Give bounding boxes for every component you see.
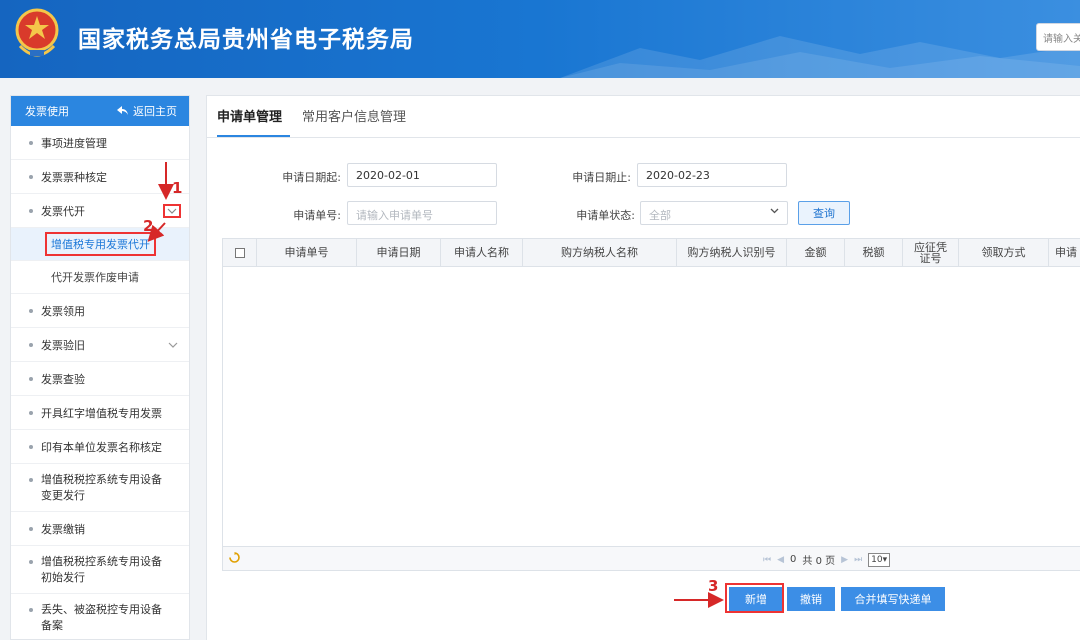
sidebar-title: 发票使用 xyxy=(25,105,69,118)
back-home-link[interactable]: 返回主页 xyxy=(117,103,177,119)
highlight-box-add xyxy=(725,583,784,613)
tax-emblem-icon xyxy=(15,8,59,57)
refresh-icon[interactable] xyxy=(229,552,241,564)
site-title: 国家税务总局贵州省电子税务局 xyxy=(78,27,414,53)
sidebar-item-label: 发票验旧 xyxy=(41,338,85,352)
application-no-label: 申请单号: xyxy=(293,209,341,222)
table-pager: ⏮ ◀ 0 共 0 页 ▶ ⏭ 10 ▾ xyxy=(223,546,1080,570)
tab-customer-info[interactable]: 常用客户信息管理 xyxy=(302,106,414,137)
prev-page-icon[interactable]: ◀ xyxy=(777,555,784,565)
col-amount: 金额 xyxy=(787,239,845,266)
sidebar-item-check[interactable]: 发票查验 xyxy=(11,362,189,396)
bullet-icon xyxy=(29,308,33,313)
sidebar-item-label: 印有本单位发票名称核定 xyxy=(41,440,162,454)
sidebar-item-label: 开具红字增值税专用发票 xyxy=(41,406,162,420)
back-home-label: 返回主页 xyxy=(133,105,177,118)
merge-express-button[interactable]: 合并填写快递单 xyxy=(841,587,945,611)
sidebar-item-label: 增值税税控系统专用设备初始发行 xyxy=(41,554,162,584)
bullet-icon xyxy=(29,444,33,449)
sidebar-item-unit-name[interactable]: 印有本单位发票名称核定 xyxy=(11,430,189,464)
next-page-icon[interactable]: ▶ xyxy=(841,555,848,565)
col-application-no: 申请单号 xyxy=(257,239,357,266)
select-all-checkbox[interactable] xyxy=(234,247,245,258)
sidebar-item-verify-old[interactable]: 发票验旧 xyxy=(11,328,189,362)
step-1-label: 1 xyxy=(172,179,183,197)
sidebar-item-receive[interactable]: 发票领用 xyxy=(11,294,189,328)
bullet-icon xyxy=(29,526,33,531)
bullet-icon xyxy=(29,608,33,612)
col-voucher-no: 应征凭证号 xyxy=(903,239,959,266)
sidebar-subitem-vat-special[interactable]: 增值税专用发票代开 xyxy=(11,228,189,261)
chevron-down-icon xyxy=(770,206,779,217)
sidebar-item-label: 发票代开 xyxy=(41,204,85,218)
page-total: 共 0 页 xyxy=(802,556,836,567)
bullet-icon xyxy=(29,560,33,564)
bullet-icon xyxy=(29,208,33,213)
start-date-label: 申请日期起: xyxy=(282,171,341,184)
page-size-select[interactable]: 10 ▾ xyxy=(868,552,891,567)
sidebar-item-label: 发票缴销 xyxy=(41,522,85,536)
col-application-date: 申请日期 xyxy=(357,239,441,266)
sidebar-item-ticket-type[interactable]: 发票票种核定 xyxy=(11,160,189,194)
chevron-down-icon[interactable] xyxy=(163,203,181,218)
sidebar-item-label: 事项进度管理 xyxy=(41,136,107,150)
bullet-icon xyxy=(29,342,33,347)
col-pickup-method: 领取方式 xyxy=(959,239,1049,266)
col-buyer-taxid: 购方纳税人识别号 xyxy=(677,239,787,266)
bullet-icon xyxy=(29,376,33,381)
sidebar-item-cancel[interactable]: 发票缴销 xyxy=(11,512,189,546)
query-button[interactable]: 查询 xyxy=(798,201,850,225)
col-buyer-name: 购方纳税人名称 xyxy=(523,239,677,266)
end-date-label: 申请日期止: xyxy=(572,171,631,184)
current-page[interactable]: 0 xyxy=(790,554,796,565)
bullet-icon xyxy=(29,478,33,482)
tab-bar: 申请单管理 常用客户信息管理 xyxy=(207,96,1080,138)
sidebar-subitem-label: 增值税专用发票代开 xyxy=(45,232,156,256)
col-tax: 税额 xyxy=(845,239,903,266)
sidebar-item-label: 丢失、被盗税控专用设备备案 xyxy=(41,603,162,632)
chevron-down-icon[interactable] xyxy=(165,337,181,353)
end-date-field[interactable]: 2020-02-23 xyxy=(637,163,787,187)
bullet-icon xyxy=(29,174,33,179)
site-header: 国家税务总局贵州省电子税务局 请输入关 xyxy=(0,0,1080,78)
status-label: 申请单状态: xyxy=(576,209,635,222)
sidebar-item-label: 发票领用 xyxy=(41,304,85,318)
mountain-decoration xyxy=(560,36,1080,78)
sidebar-subitem-void-request[interactable]: 代开发票作废申请 xyxy=(11,261,189,294)
bullet-icon xyxy=(29,140,33,145)
sidebar-item-label: 发票查验 xyxy=(41,372,85,386)
page-size-value: 10 xyxy=(871,554,883,565)
sidebar-header: 发票使用 返回主页 xyxy=(11,96,189,126)
select-all-checkbox-cell[interactable] xyxy=(223,239,257,266)
col-applicant-name: 申请人名称 xyxy=(441,239,523,266)
step-3-label: 3 xyxy=(708,577,719,595)
tab-application-management[interactable]: 申请单管理 xyxy=(217,106,291,137)
bullet-icon xyxy=(29,410,33,415)
status-select-value: 全部 xyxy=(649,209,671,222)
pager-controls: ⏮ ◀ 0 共 0 页 ▶ ⏭ 10 ▾ xyxy=(763,552,891,567)
search-input[interactable]: 请输入关 xyxy=(1036,23,1080,51)
first-page-icon[interactable]: ⏮ xyxy=(763,555,771,565)
status-select[interactable]: 全部 xyxy=(640,201,788,225)
sidebar: 发票使用 返回主页 事项进度管理 发票票种核定 发票代开 增值税专用发票代开 代… xyxy=(10,95,190,640)
sidebar-item-device-change[interactable]: 增值税税控系统专用设备变更发行 xyxy=(11,464,189,512)
main-panel: 申请单管理 常用客户信息管理 申请日期起: 2020-02-01 申请日期止: … xyxy=(206,95,1080,640)
sidebar-item-progress[interactable]: 事项进度管理 xyxy=(11,126,189,160)
sidebar-item-label: 增值税税控系统专用设备变更发行 xyxy=(41,472,162,502)
sidebar-item-red-invoice[interactable]: 开具红字增值税专用发票 xyxy=(11,396,189,430)
last-page-icon[interactable]: ⏭ xyxy=(854,555,862,565)
table-header: 申请单号 申请日期 申请人名称 购方纳税人名称 购方纳税人识别号 金额 税额 应… xyxy=(223,239,1080,267)
start-date-field[interactable]: 2020-02-01 xyxy=(347,163,497,187)
revoke-button[interactable]: 撤销 xyxy=(787,587,835,611)
sidebar-item-invoice-issue[interactable]: 发票代开 xyxy=(11,194,189,228)
sidebar-item-label: 发票票种核定 xyxy=(41,170,107,184)
col-more: 申请 xyxy=(1055,246,1077,259)
application-no-input[interactable]: 请输入申请单号 xyxy=(347,201,497,225)
back-arrow-icon xyxy=(117,106,128,115)
step-2-label: 2 xyxy=(143,217,154,235)
application-table: 申请单号 申请日期 申请人名称 购方纳税人名称 购方纳税人识别号 金额 税额 应… xyxy=(222,238,1080,571)
sidebar-item-lost-device[interactable]: 丢失、被盗税控专用设备备案 xyxy=(11,594,189,640)
sidebar-item-device-init[interactable]: 增值税税控系统专用设备初始发行 xyxy=(11,546,189,594)
sidebar-subitem-label: 代开发票作废申请 xyxy=(51,271,139,284)
